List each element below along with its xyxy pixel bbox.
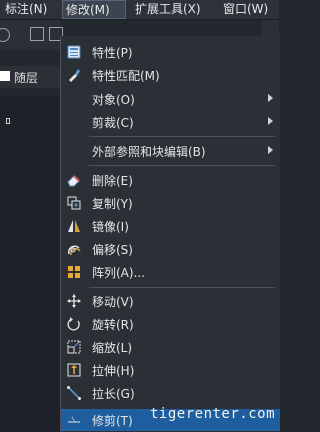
menu-bar: 标注(N) 修改(M) 扩展工具(X) 窗口(W) bbox=[0, 0, 279, 20]
erase-icon bbox=[67, 175, 80, 187]
menu-item-properties[interactable]: 特性(P) bbox=[61, 41, 280, 63]
menu-separator bbox=[89, 287, 275, 288]
menu-extension-tools[interactable]: 扩展工具(X) bbox=[132, 0, 204, 19]
menu-item-label: 修剪(T) bbox=[92, 414, 133, 428]
zoom-icon[interactable] bbox=[0, 28, 10, 42]
menu-item-label: 偏移(S) bbox=[92, 243, 133, 257]
menu-item-label: 拉伸(H) bbox=[92, 364, 135, 378]
layer-name: 随层 bbox=[14, 71, 39, 85]
menu-item-label: 拉长(G) bbox=[92, 387, 135, 401]
menu-item-label: 特性匹配(M) bbox=[92, 69, 160, 83]
menu-modify[interactable]: 修改(M) bbox=[62, 0, 126, 19]
menu-item-offset[interactable]: 偏移(S) bbox=[61, 238, 280, 260]
toolbar-strip-right bbox=[262, 20, 279, 36]
modify-menu-dropdown: 特性(P) 特性匹配(M) 对象(O) 剪裁(C) 外部参照和块编辑(B) 删除… bbox=[60, 36, 280, 432]
offset-icon bbox=[67, 245, 81, 256]
submenu-arrow-icon bbox=[268, 117, 273, 125]
menu-item-label: 旋转(R) bbox=[92, 318, 134, 332]
menu-item-label: 镜像(I) bbox=[92, 220, 129, 234]
standard-toolbar bbox=[0, 20, 63, 50]
menu-separator bbox=[89, 136, 275, 137]
stretch-icon bbox=[67, 363, 81, 377]
scale-icon bbox=[67, 340, 81, 354]
menu-item-clip[interactable]: 剪裁(C) bbox=[61, 111, 280, 133]
submenu-arrow-icon bbox=[268, 146, 273, 154]
menu-item-label: 移动(V) bbox=[92, 295, 134, 309]
menu-item-rotate[interactable]: 旋转(R) bbox=[61, 313, 280, 335]
move-icon bbox=[67, 294, 81, 308]
mirror-icon bbox=[68, 220, 80, 232]
menu-separator bbox=[89, 165, 275, 166]
color-swatch bbox=[0, 71, 10, 81]
menu-item-label: 阵列(A)... bbox=[92, 266, 146, 280]
menu-item-lengthen[interactable]: 拉长(G) bbox=[61, 382, 280, 404]
rotate-icon bbox=[67, 317, 80, 331]
menu-item-label: 外部参照和块编辑(B) bbox=[92, 145, 206, 159]
menu-item-move[interactable]: 移动(V) bbox=[61, 290, 280, 312]
calculator-icon[interactable] bbox=[30, 27, 44, 41]
drawing-canvas[interactable] bbox=[0, 96, 60, 432]
array-icon bbox=[68, 266, 80, 278]
menu-window[interactable]: 窗口(W) bbox=[220, 0, 271, 19]
lengthen-icon bbox=[67, 386, 81, 400]
menu-item-label: 删除(E) bbox=[92, 174, 133, 188]
layer-selector[interactable]: 随层 bbox=[0, 66, 60, 88]
trim-icon bbox=[68, 416, 80, 423]
menu-item-label: 缩放(L) bbox=[92, 341, 133, 355]
watermark-text: tigerenter.com bbox=[150, 406, 276, 422]
menu-item-xref-block-edit[interactable]: 外部参照和块编辑(B) bbox=[61, 140, 280, 162]
menu-dimension[interactable]: 标注(N) bbox=[2, 0, 50, 19]
menu-item-erase[interactable]: 删除(E) bbox=[61, 169, 280, 191]
properties-icon bbox=[67, 45, 81, 59]
menu-item-stretch[interactable]: 拉伸(H) bbox=[61, 359, 280, 381]
menu-item-label: 剪裁(C) bbox=[92, 116, 134, 130]
match-properties-icon bbox=[69, 69, 80, 82]
menu-item-mirror[interactable]: 镜像(I) bbox=[61, 215, 280, 237]
cursor-icon bbox=[6, 118, 10, 124]
menu-item-object[interactable]: 对象(O) bbox=[61, 88, 280, 110]
menu-item-label: 特性(P) bbox=[92, 46, 133, 60]
menu-item-copy[interactable]: 复制(Y) bbox=[61, 192, 280, 214]
submenu-arrow-icon bbox=[268, 94, 273, 102]
menu-item-array[interactable]: 阵列(A)... bbox=[61, 261, 280, 283]
menu-item-scale[interactable]: 缩放(L) bbox=[61, 336, 280, 358]
menu-item-label: 复制(Y) bbox=[92, 197, 133, 211]
menu-item-match-properties[interactable]: 特性匹配(M) bbox=[61, 64, 280, 86]
copy-icon bbox=[67, 196, 81, 210]
menu-item-label: 对象(O) bbox=[92, 93, 135, 107]
